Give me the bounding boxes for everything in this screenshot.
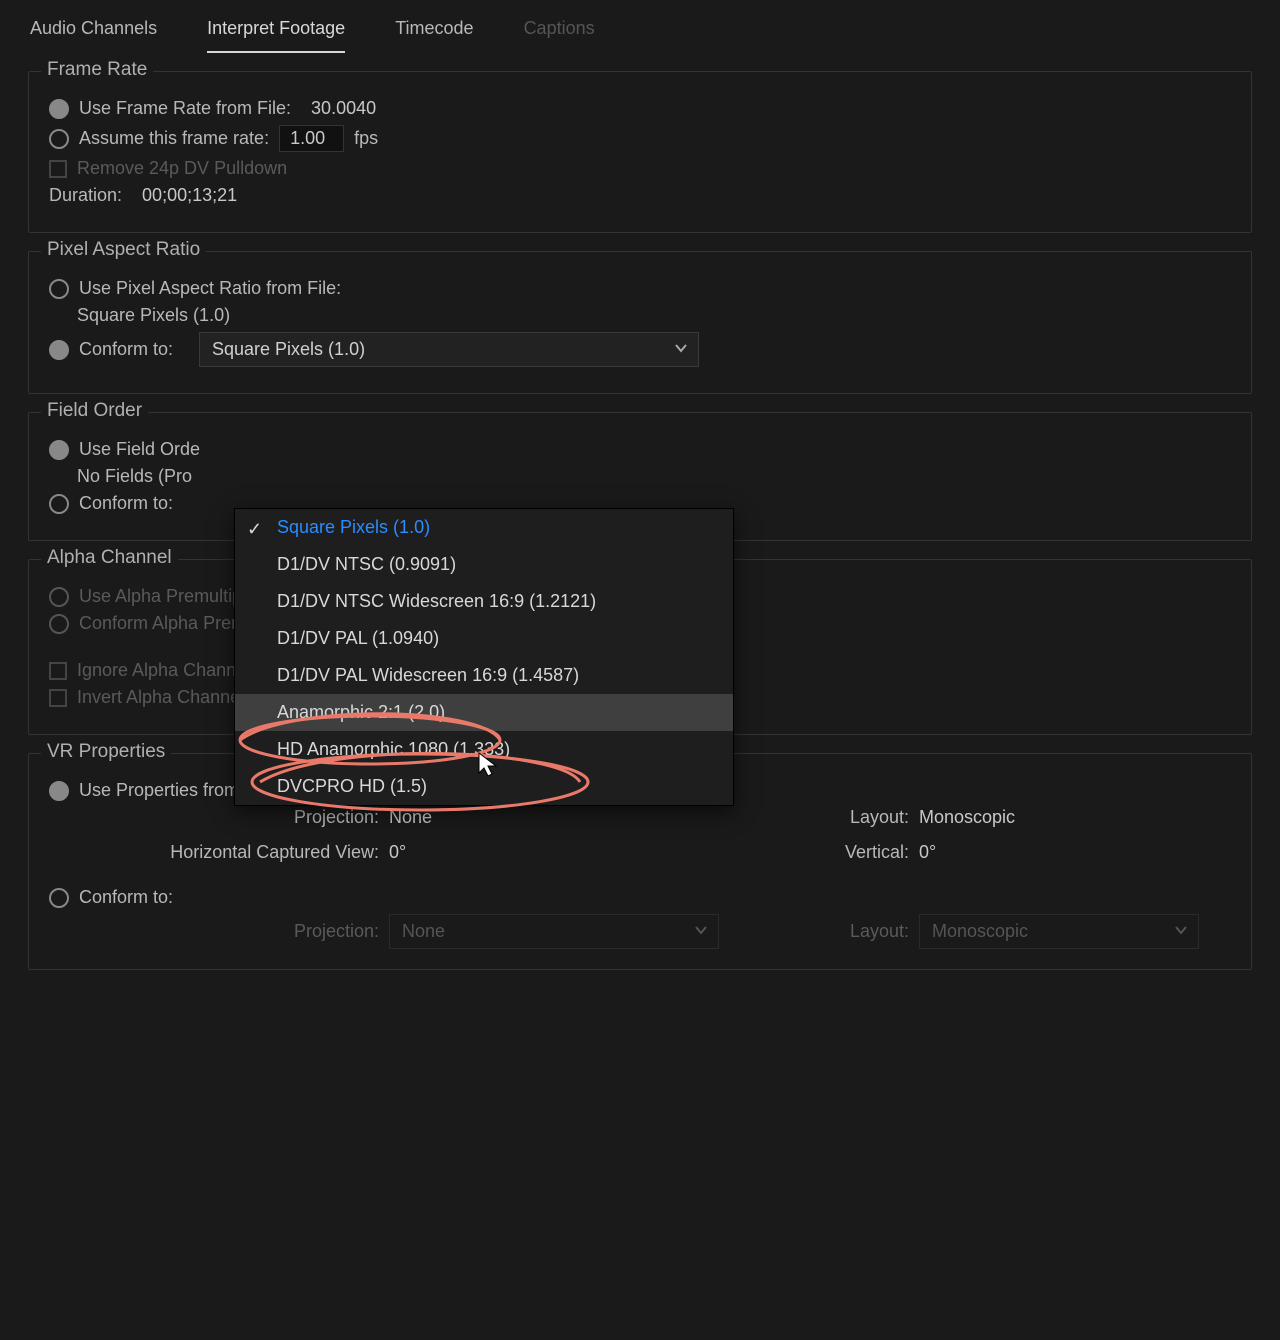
checkbox-ignore-alpha <box>49 662 67 680</box>
label-field-order-from-file: Use Field Orde <box>79 439 200 460</box>
select-vr-conform-projection-value: None <box>402 921 445 942</box>
radio-assume-frame-rate[interactable] <box>49 129 69 149</box>
chevron-down-icon <box>1174 921 1188 942</box>
label-assume-frame-rate: Assume this frame rate: <box>79 128 269 149</box>
select-par-conform[interactable]: Square Pixels (1.0) <box>199 332 699 367</box>
label-vr-vert: Vertical: <box>789 842 919 863</box>
label-vr-conform-layout: Layout: <box>789 921 919 942</box>
tab-bar: Audio Channels Interpret Footage Timecod… <box>0 0 1280 53</box>
label-field-order-conform: Conform to: <box>79 493 173 514</box>
vr-legend: VR Properties <box>41 741 171 763</box>
radio-par-from-file[interactable] <box>49 279 69 299</box>
chevron-down-icon <box>694 921 708 942</box>
value-field-order-file: No Fields (Pro <box>77 466 192 487</box>
radio-alpha-premult-from-file <box>49 587 69 607</box>
label-vr-conform-projection: Projection: <box>49 921 389 942</box>
dropdown-option-d1dv-pal-wide[interactable]: D1/DV PAL Widescreen 16:9 (1.4587) <box>235 657 733 694</box>
select-vr-conform-layout: Monoscopic <box>919 914 1199 949</box>
radio-vr-from-file[interactable] <box>49 781 69 801</box>
frame-rate-legend: Frame Rate <box>41 59 153 81</box>
value-vr-projection: None <box>389 807 789 828</box>
select-par-conform-value: Square Pixels (1.0) <box>212 339 365 360</box>
radio-field-order-from-file[interactable] <box>49 440 69 460</box>
label-vr-projection: Projection: <box>49 807 389 828</box>
radio-use-frame-rate-from-file[interactable] <box>49 99 69 119</box>
dropdown-option-dvcpro-hd[interactable]: DVCPRO HD (1.5) <box>235 768 733 805</box>
dropdown-option-d1dv-ntsc-wide[interactable]: D1/DV NTSC Widescreen 16:9 (1.2121) <box>235 583 733 620</box>
chevron-down-icon <box>674 339 688 360</box>
radio-vr-conform[interactable] <box>49 888 69 908</box>
field-order-legend: Field Order <box>41 400 148 422</box>
radio-par-conform[interactable] <box>49 340 69 360</box>
check-icon: ✓ <box>247 519 262 540</box>
select-vr-conform-layout-value: Monoscopic <box>932 921 1028 942</box>
dropdown-option-d1dv-pal[interactable]: D1/DV PAL (1.0940) <box>235 620 733 657</box>
tab-timecode[interactable]: Timecode <box>395 18 473 53</box>
value-par-file: Square Pixels (1.0) <box>77 305 230 326</box>
label-par-conform: Conform to: <box>79 339 189 360</box>
label-vr-horiz: Horizontal Captured View: <box>49 842 389 863</box>
checkbox-invert-alpha <box>49 689 67 707</box>
label-remove-24p: Remove 24p DV Pulldown <box>77 158 287 179</box>
value-duration: 00;00;13;21 <box>142 185 237 206</box>
label-vr-conform: Conform to: <box>79 887 173 908</box>
select-vr-conform-projection: None <box>389 914 719 949</box>
label-use-frame-rate-from-file: Use Frame Rate from File: <box>79 98 291 119</box>
tab-captions[interactable]: Captions <box>524 18 595 53</box>
value-vr-layout: Monoscopic <box>919 807 1219 828</box>
dropdown-option-anamorphic-2-1[interactable]: Anamorphic 2:1 (2.0) <box>235 694 733 731</box>
par-legend: Pixel Aspect Ratio <box>41 239 206 261</box>
label-par-from-file: Use Pixel Aspect Ratio from File: <box>79 278 341 299</box>
label-duration: Duration: <box>49 185 122 206</box>
label-fps: fps <box>354 128 378 149</box>
radio-alpha-conform <box>49 614 69 634</box>
dropdown-option-square-pixels[interactable]: ✓ Square Pixels (1.0) <box>235 509 733 546</box>
dropdown-option-hd-anamorphic-1080[interactable]: HD Anamorphic 1080 (1.333) <box>235 731 733 768</box>
label-ignore-alpha: Ignore Alpha Channel <box>77 660 250 681</box>
tab-audio-channels[interactable]: Audio Channels <box>30 18 157 53</box>
pixel-aspect-ratio-group: Pixel Aspect Ratio Use Pixel Aspect Rati… <box>28 251 1252 394</box>
tab-interpret-footage[interactable]: Interpret Footage <box>207 18 345 53</box>
radio-field-order-conform[interactable] <box>49 494 69 514</box>
frame-rate-group: Frame Rate Use Frame Rate from File: 30.… <box>28 71 1252 233</box>
dropdown-par-options[interactable]: ✓ Square Pixels (1.0) D1/DV NTSC (0.9091… <box>234 508 734 806</box>
label-vr-layout: Layout: <box>789 807 919 828</box>
input-assume-frame-rate[interactable]: 1.00 <box>279 125 344 152</box>
value-vr-vert: 0° <box>919 842 1219 863</box>
value-file-frame-rate: 30.0040 <box>311 98 376 119</box>
label-invert-alpha: Invert Alpha Channel <box>77 687 244 708</box>
checkbox-remove-24p <box>49 160 67 178</box>
value-vr-horiz: 0° <box>389 842 789 863</box>
dropdown-option-d1dv-ntsc[interactable]: D1/DV NTSC (0.9091) <box>235 546 733 583</box>
alpha-legend: Alpha Channel <box>41 547 178 569</box>
